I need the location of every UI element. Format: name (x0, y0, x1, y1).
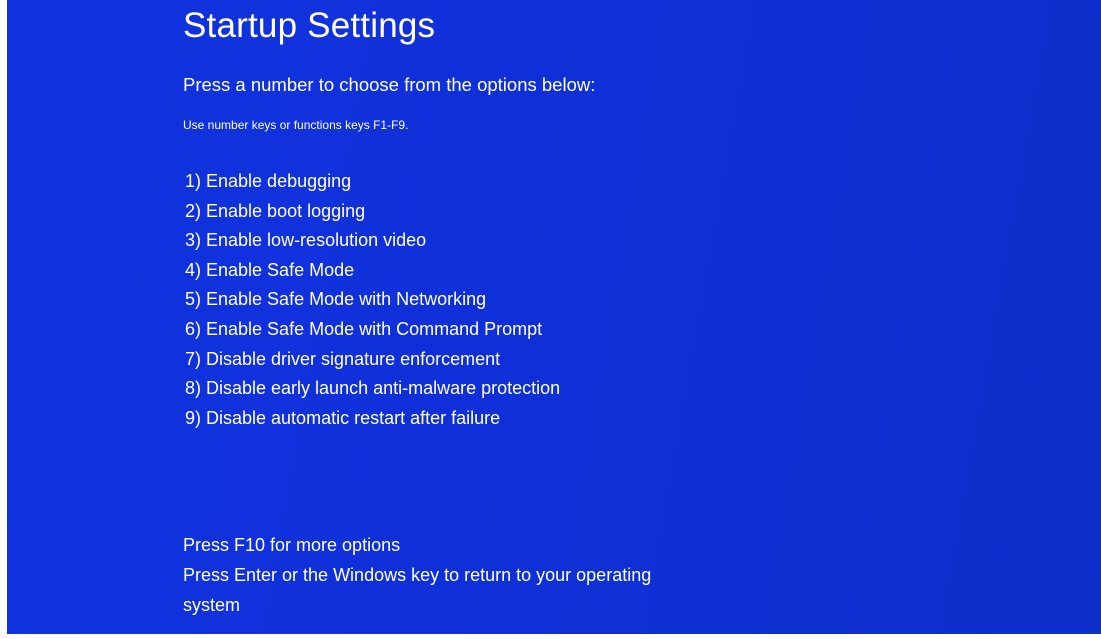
return-to-os-line2: system (183, 595, 241, 615)
option-safe-mode-networking[interactable]: 5) Enable Safe Mode with Networking (185, 287, 560, 317)
option-safe-mode-command-prompt[interactable]: 6) Enable Safe Mode with Command Prompt (185, 317, 560, 347)
footer-instructions: Press F10 for more options Press Enter o… (183, 530, 743, 620)
return-to-os-hint[interactable]: Press Enter or the Windows key to return… (183, 560, 743, 620)
option-disable-driver-signature[interactable]: 7) Disable driver signature enforcement (185, 347, 560, 377)
option-enable-boot-logging[interactable]: 2) Enable boot logging (185, 199, 560, 229)
return-to-os-line1: Press Enter or the Windows key to return… (183, 565, 652, 585)
option-disable-automatic-restart[interactable]: 9) Disable automatic restart after failu… (185, 406, 560, 436)
option-enable-debugging[interactable]: 1) Enable debugging (185, 169, 560, 199)
more-options-hint[interactable]: Press F10 for more options (183, 530, 743, 560)
option-disable-early-launch-antimalware[interactable]: 8) Disable early launch anti-malware pro… (185, 376, 560, 406)
page-title: Startup Settings (183, 6, 436, 45)
startup-settings-screen: Startup Settings Press a number to choos… (7, 0, 1101, 634)
option-enable-safe-mode[interactable]: 4) Enable Safe Mode (185, 258, 560, 288)
instruction-text: Press a number to choose from the option… (183, 74, 596, 95)
startup-options-list: 1) Enable debugging 2) Enable boot loggi… (185, 169, 560, 435)
key-hint-text: Use number keys or functions keys F1-F9. (183, 118, 409, 132)
option-enable-low-resolution-video[interactable]: 3) Enable low-resolution video (185, 228, 560, 258)
